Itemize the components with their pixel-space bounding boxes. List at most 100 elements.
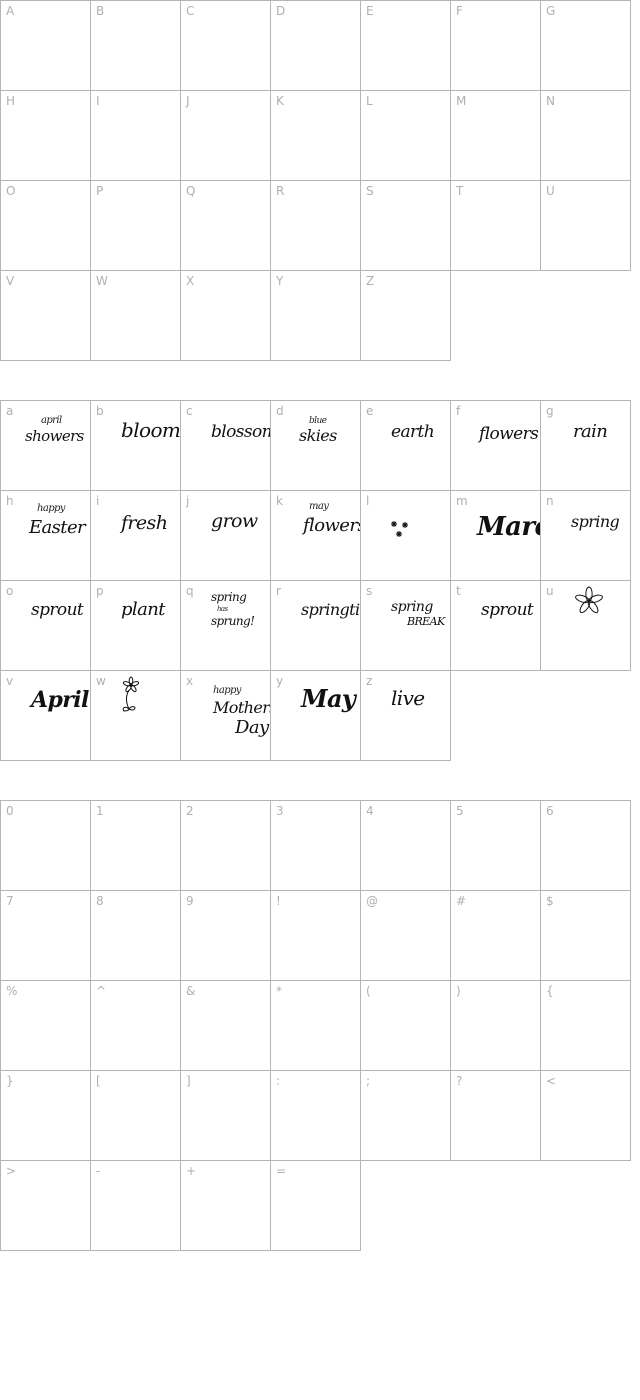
- glyph-cell: 3: [270, 800, 361, 891]
- glyph-cell: +: [180, 1160, 271, 1251]
- glyph-preview: may flowers: [301, 501, 367, 536]
- glyph-preview: plant: [121, 599, 167, 620]
- glyph-label: @: [366, 894, 378, 908]
- glyph-cell: B: [90, 0, 181, 91]
- glyph-preview: May: [300, 684, 359, 713]
- glyph-label: }: [6, 1074, 14, 1088]
- glyph-label: (: [366, 984, 371, 998]
- star-doodle: [396, 531, 402, 537]
- glyph-cell: t sprout: [450, 580, 541, 671]
- glyph-cell: Z: [360, 270, 451, 361]
- glyph-cell: i fresh: [90, 490, 181, 581]
- glyph-word: showers: [25, 427, 85, 445]
- glyph-preview: blueskies: [299, 416, 338, 445]
- glyph-cell: U: [540, 180, 631, 271]
- glyph-word: spring: [211, 590, 247, 604]
- glyph-cell: 1: [90, 800, 181, 891]
- glyph-cell: E: [360, 0, 451, 91]
- glyph-preview: fresh: [119, 512, 168, 534]
- glyph-preview: bloom: [121, 418, 181, 442]
- glyph-cell: n spring: [540, 490, 631, 581]
- glyph-label: E: [366, 4, 374, 18]
- glyph-label: <: [546, 1074, 557, 1088]
- glyph-word: BREAK: [406, 615, 446, 628]
- glyph-cell: e earth: [360, 400, 451, 491]
- glyph-label: ): [456, 984, 461, 998]
- glyph-cell: <: [540, 1070, 631, 1161]
- glyph-cell: Y: [270, 270, 361, 361]
- glyph-cell: x happy Mothers Day: [180, 670, 278, 761]
- glyph-cell: L: [360, 90, 451, 181]
- glyph-cell: #: [450, 890, 541, 981]
- glyph-preview: aprilshowers: [25, 415, 85, 445]
- glyph-cell: 4: [360, 800, 451, 891]
- glyph-cell: X: [180, 270, 271, 361]
- glyph-word: Easter: [28, 517, 87, 538]
- glyph-label: C: [186, 4, 195, 18]
- glyph-cell: V: [0, 270, 91, 361]
- glyph-cell: N: [540, 90, 631, 181]
- glyph-word: happy: [37, 503, 66, 514]
- glyph-cell: F: [450, 0, 541, 91]
- star-doodle: [402, 522, 408, 528]
- glyph-cell: v April: [0, 670, 91, 761]
- glyph-cell: a april showers: [0, 400, 91, 491]
- glyph-word: flowers: [301, 515, 366, 536]
- glyph-word: live: [391, 686, 425, 710]
- glyph-preview: April: [29, 687, 90, 713]
- glyph-cell: A: [0, 0, 91, 91]
- glyph-label: 1: [96, 804, 104, 818]
- glyph-preview: springhassprung!: [211, 590, 256, 628]
- glyph-label: 9: [186, 894, 194, 908]
- glyph-preview: [122, 676, 140, 712]
- glyph-cell: [: [90, 1070, 181, 1161]
- glyph-label: H: [6, 94, 16, 108]
- glyph-word: may: [309, 501, 329, 512]
- glyph-label: V: [6, 274, 15, 288]
- glyph-preview: live: [391, 686, 425, 710]
- glyph-preview: [391, 521, 408, 537]
- star-doodle: [391, 521, 397, 527]
- glyph-word: skies: [299, 426, 337, 445]
- glyph-label: U: [546, 184, 555, 198]
- flower-doodle: [122, 676, 140, 693]
- glyph-cell: =: [270, 1160, 361, 1251]
- glyph-cell: {: [540, 980, 631, 1071]
- glyph-label: 0: [6, 804, 14, 818]
- glyph-cell: T: [450, 180, 541, 271]
- glyph-cell: m March: [450, 490, 569, 581]
- glyph-label: J: [186, 94, 190, 108]
- glyph-label: ^: [96, 984, 107, 998]
- glyph-preview: happy Easter: [28, 503, 88, 538]
- glyph-label: >: [6, 1164, 17, 1178]
- glyph-label: I: [96, 94, 100, 108]
- glyph-word: spring: [571, 512, 620, 531]
- glyph-label: 2: [186, 804, 194, 818]
- glyph-word: Day: [234, 717, 270, 738]
- glyph-label: -: [96, 1164, 101, 1178]
- glyph-cell: %: [0, 980, 91, 1071]
- glyph-label: A: [6, 4, 15, 18]
- glyph-cell: M: [450, 90, 541, 181]
- glyph-label: &: [186, 984, 196, 998]
- glyph-label: Q: [186, 184, 196, 198]
- glyph-label: S: [366, 184, 374, 198]
- glyph-label: B: [96, 4, 105, 18]
- glyph-cell: &: [180, 980, 271, 1071]
- glyph-word: Mothers: [212, 698, 277, 717]
- glyph-preview: earth: [391, 422, 435, 442]
- glyph-cell: I: [90, 90, 181, 181]
- glyph-label: G: [546, 4, 556, 18]
- glyph-word: spring: [391, 599, 433, 615]
- glyph-cell: W: [90, 270, 181, 361]
- glyph-word: May: [300, 684, 358, 713]
- glyph-label: F: [456, 4, 463, 18]
- glyph-cell: 9: [180, 890, 271, 981]
- glyph-preview: blossom: [211, 422, 278, 442]
- glyph-label: 4: [366, 804, 374, 818]
- glyph-label: O: [6, 184, 16, 198]
- glyph-label: N: [546, 94, 555, 108]
- glyph-word: april: [41, 415, 62, 426]
- glyph-label: +: [186, 1164, 197, 1178]
- glyph-cell: f flowers: [450, 400, 541, 491]
